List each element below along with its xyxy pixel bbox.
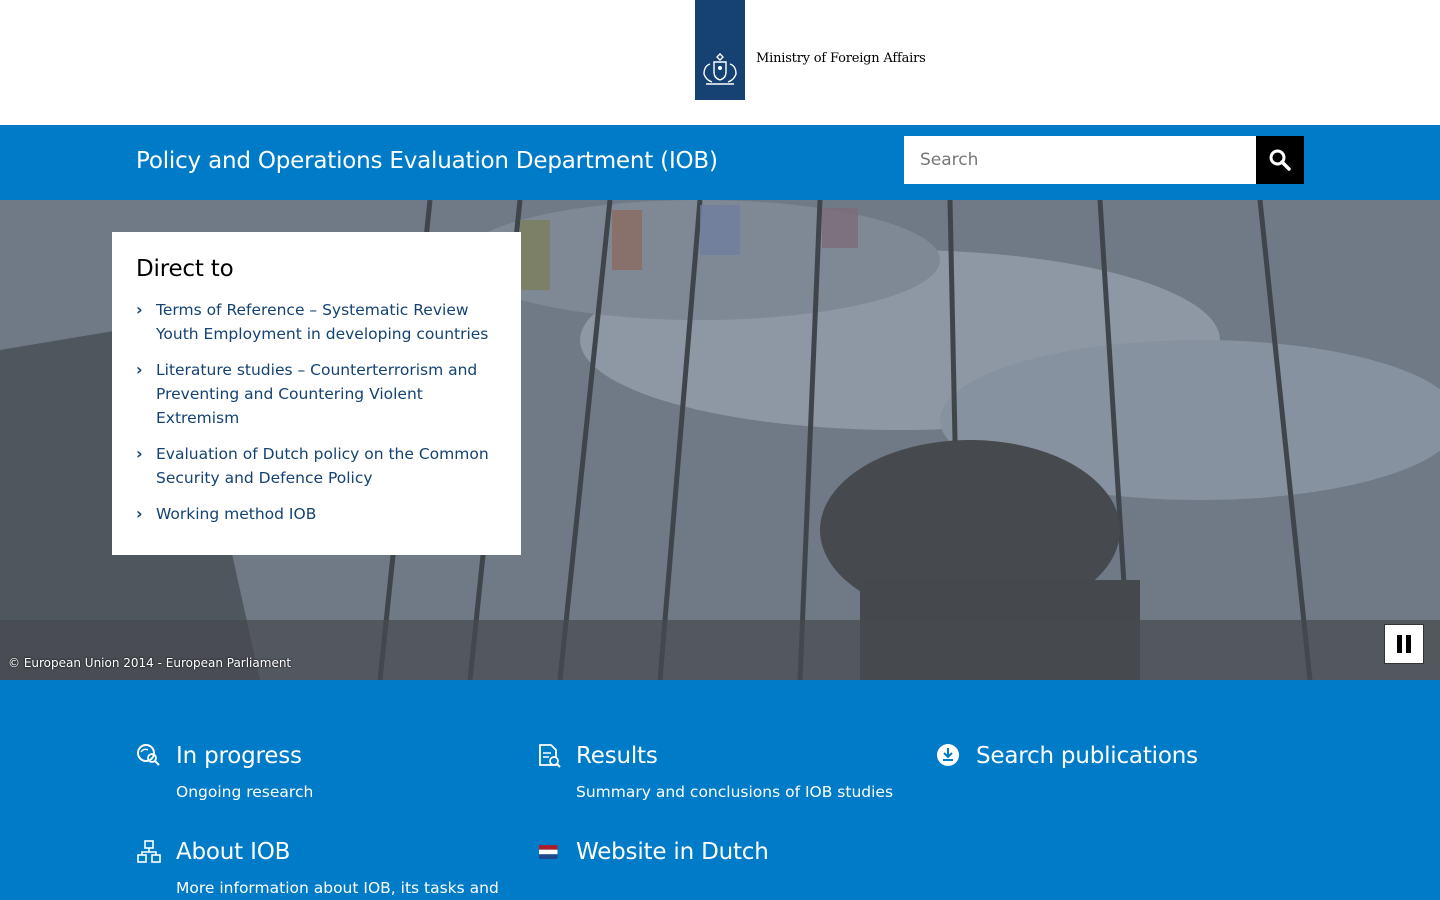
site-title[interactable]: Policy and Operations Evaluation Departm…: [136, 148, 718, 174]
direct-to-heading: Direct to: [136, 256, 234, 282]
search-input[interactable]: [904, 136, 1256, 184]
image-credit: © European Union 2014 - European Parliam…: [8, 656, 292, 670]
direct-to-panel: Direct to › Terms of Reference – Systema…: [112, 232, 521, 555]
pause-button[interactable]: [1384, 624, 1424, 664]
tile-title[interactable]: In progress: [176, 743, 302, 769]
direct-to-link[interactable]: Literature studies – Counterterrorism an…: [156, 361, 477, 427]
tile-description: Ongoing research: [176, 783, 314, 801]
site-header: Ministry of Foreign Affairs: [0, 0, 1440, 125]
direct-to-link[interactable]: Working method IOB: [156, 505, 316, 523]
hero-carousel: Direct to › Terms of Reference – Systema…: [0, 200, 1440, 680]
organisation-icon: [137, 840, 161, 863]
logo-text[interactable]: Ministry of Foreign Affairs: [756, 51, 926, 66]
tile-description: More information about IOB, its tasks an…: [176, 879, 499, 897]
dutch-flag-icon: [539, 845, 558, 859]
direct-to-item: › Evaluation of Dutch policy on the Comm…: [136, 442, 497, 490]
pause-icon: [1406, 635, 1411, 653]
logo-link[interactable]: [695, 0, 745, 100]
direct-to-link[interactable]: Evaluation of Dutch policy on the Common…: [156, 445, 489, 487]
magnifier-icon: [137, 744, 160, 766]
direct-to-list: › Terms of Reference – Systematic Review…: [136, 298, 497, 526]
tile-title[interactable]: Website in Dutch: [576, 839, 769, 865]
pause-icon: [1397, 635, 1402, 653]
tile-title[interactable]: About IOB: [176, 839, 290, 865]
search-icon: [1269, 149, 1291, 171]
chevron-right-icon: ›: [136, 444, 143, 463]
tile-title[interactable]: Results: [576, 743, 658, 769]
direct-to-item: › Literature studies – Counterterrorism …: [136, 358, 497, 430]
document-icon: [539, 744, 561, 768]
coat-of-arms-icon: [703, 53, 737, 85]
search-button[interactable]: [1256, 136, 1304, 184]
site-banner: Policy and Operations Evaluation Departm…: [0, 125, 1440, 200]
direct-to-item: › Working method IOB: [136, 502, 497, 526]
tile-description: Summary and conclusions of IOB studies: [576, 783, 894, 801]
navigation-tiles: In progress Ongoing research Results Sum…: [0, 680, 1440, 900]
chevron-right-icon: ›: [136, 300, 143, 319]
chevron-right-icon: ›: [136, 360, 143, 379]
chevron-right-icon: ›: [136, 504, 143, 523]
direct-to-link[interactable]: Terms of Reference – Systematic Review Y…: [156, 301, 488, 343]
direct-to-item: › Terms of Reference – Systematic Review…: [136, 298, 497, 346]
tile-title[interactable]: Search publications: [976, 743, 1198, 769]
download-icon: [937, 744, 959, 766]
